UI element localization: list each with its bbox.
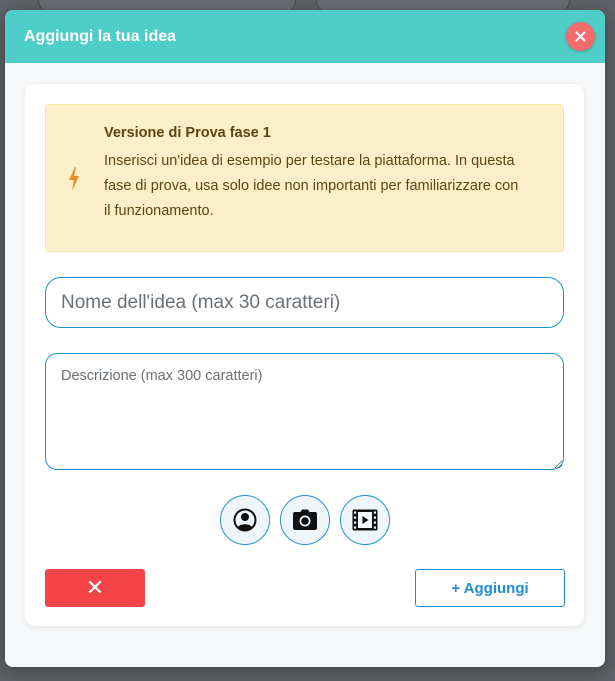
notice-text: Inserisci un'idea di esempio per testare… (104, 153, 519, 219)
add-profile-image-button[interactable] (220, 495, 270, 545)
close-button[interactable] (566, 22, 595, 51)
notice-title: Versione di Prova fase 1 (104, 125, 271, 141)
close-icon (575, 31, 586, 42)
modal-header: Aggiungi la tua idea (5, 10, 605, 63)
add-idea-button[interactable]: + Aggiungi (415, 569, 565, 607)
form-card: Versione di Prova fase 1 Inserisci un'id… (25, 84, 584, 626)
cancel-button-label: ✕ (85, 575, 105, 600)
add-idea-modal: Aggiungi la tua idea Versione di Prova f… (5, 10, 605, 667)
lightning-icon (69, 167, 79, 191)
user-icon (233, 508, 257, 532)
add-button-label: + Aggiungi (451, 579, 529, 597)
trial-notice: Versione di Prova fase 1 Inserisci un'id… (45, 104, 564, 252)
camera-icon (293, 509, 317, 530)
modal-title: Aggiungi la tua idea (24, 27, 177, 45)
add-video-button[interactable] (340, 495, 390, 545)
idea-name-input[interactable] (45, 277, 564, 328)
cancel-button[interactable]: ✕ (45, 569, 145, 607)
idea-description-input[interactable] (45, 353, 564, 470)
add-photo-button[interactable] (280, 495, 330, 545)
video-icon (352, 509, 378, 531)
